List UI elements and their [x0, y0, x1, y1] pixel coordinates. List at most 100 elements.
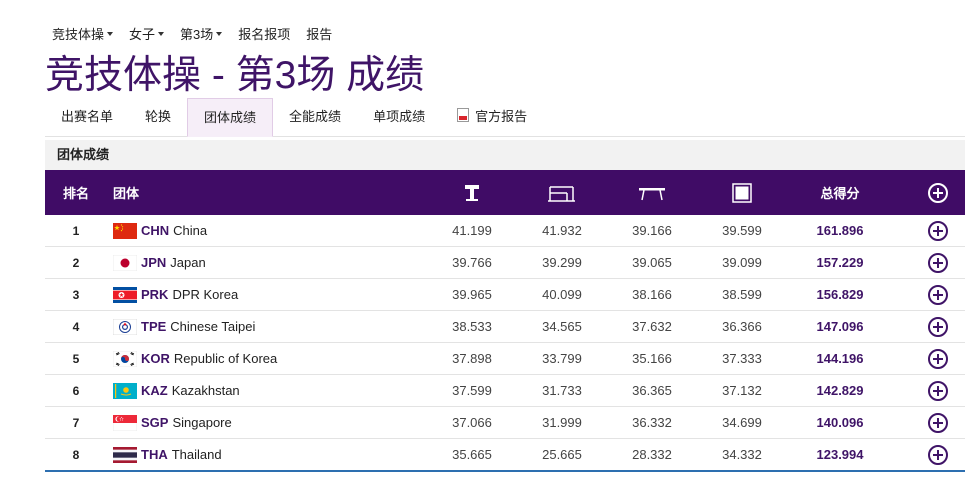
team-cell[interactable]: JPN Japan: [113, 247, 443, 278]
expand-row-button[interactable]: [924, 407, 952, 438]
page-title: 竞技体操 - 第3场 成绩: [45, 54, 425, 97]
expand-row-button[interactable]: [924, 311, 952, 342]
vault-score: 37.599: [452, 383, 492, 398]
team-name: Japan: [170, 255, 206, 270]
plus-circle-icon: [928, 412, 948, 433]
tab-start-list[interactable]: 出赛名单: [45, 98, 129, 135]
nav-session-dropdown[interactable]: 第3场: [180, 24, 223, 43]
floor-exercise-score: 37.333: [722, 351, 762, 366]
tab-official-reports[interactable]: 官方报告: [441, 98, 543, 135]
caret-down-icon: [158, 32, 165, 36]
rank-cell: 1: [72, 223, 80, 238]
total-score: 161.896: [816, 223, 864, 238]
team-name: Kazakhstan: [171, 383, 240, 398]
plus-circle-icon: [928, 380, 948, 401]
team-cell[interactable]: SGP Singapore: [113, 407, 443, 438]
table-row[interactable]: 1 CHN China 41.199 41.932 39.166 39.599 …: [45, 215, 965, 247]
uneven-bars-score: 34.565: [542, 319, 582, 334]
total-score: 157.229: [816, 255, 864, 270]
vault-score: 37.898: [452, 351, 492, 366]
table-row[interactable]: 6 KAZ Kazakhstan 37.599 31.733 36.365 37…: [45, 375, 965, 407]
floor-exercise-score: 37.132: [722, 383, 762, 398]
table-row[interactable]: 3 PRK DPR Korea 39.965 40.099 38.166 38.…: [45, 279, 965, 311]
team-code: THA: [141, 447, 168, 462]
flag-prk-icon: [113, 286, 137, 303]
team-cell[interactable]: THA Thailand: [113, 439, 443, 470]
nav-reports-link[interactable]: 报告: [306, 24, 332, 43]
nav-discipline-dropdown[interactable]: 竞技体操: [52, 24, 114, 43]
rank-cell: 3: [72, 287, 80, 302]
total-score: 156.829: [816, 287, 864, 302]
expand-row-button[interactable]: [924, 375, 952, 406]
team-cell[interactable]: KAZ Kazakhstan: [113, 375, 443, 406]
pdf-icon: [457, 107, 470, 122]
tab-label: 团体成绩: [204, 110, 257, 125]
tab-apparatus-results[interactable]: 单项成绩: [357, 98, 441, 135]
uneven-bars-icon: [532, 170, 592, 215]
header-total[interactable]: 总得分: [810, 170, 870, 215]
vault-score: 39.766: [452, 255, 492, 270]
team-cell[interactable]: CHN China: [113, 215, 443, 246]
balance-beam-score: 39.065: [632, 255, 672, 270]
team-code: SGP: [141, 415, 169, 430]
floor-exercise-score: 39.599: [722, 223, 762, 238]
team-cell[interactable]: PRK DPR Korea: [113, 279, 443, 310]
uneven-bars-score: 39.299: [542, 255, 582, 270]
expand-row-button[interactable]: [924, 279, 952, 310]
floor-exercise-score: 38.599: [722, 287, 762, 302]
nav-session-label: 第3场: [180, 27, 214, 42]
floor-exercise-icon: [712, 170, 772, 215]
nav-gender-label: 女子: [129, 27, 156, 42]
expand-row-button[interactable]: [924, 343, 952, 374]
team-code: CHN: [141, 223, 170, 238]
vault-score: 37.066: [452, 415, 492, 430]
total-score: 142.829: [816, 383, 864, 398]
flag-sgp-icon: [113, 414, 137, 431]
table-row[interactable]: 5 KOR Republic of Korea 37.898 33.799 35…: [45, 343, 965, 375]
team-cell[interactable]: KOR Republic of Korea: [113, 343, 443, 374]
table-row[interactable]: 7 SGP Singapore 37.066 31.999 36.332 34.…: [45, 407, 965, 439]
plus-circle-icon: [928, 316, 948, 337]
header-rank[interactable]: 排名: [45, 170, 107, 215]
vault-score: 41.199: [452, 223, 492, 238]
balance-beam-score: 38.166: [632, 287, 672, 302]
nav-entries-label: 报名报项: [238, 27, 291, 42]
nav-gender-dropdown[interactable]: 女子: [129, 24, 165, 43]
plus-circle-icon: [928, 444, 948, 465]
nav-reports-label: 报告: [306, 27, 333, 42]
total-score: 147.096: [816, 319, 864, 334]
plus-circle-icon: [928, 220, 948, 241]
tab-all-around-results[interactable]: 全能成绩: [273, 98, 357, 135]
flag-chn-icon: [113, 222, 137, 239]
team-cell[interactable]: TPE Chinese Taipei: [113, 311, 443, 342]
results-tabs: 出赛名单 轮换 团体成绩 全能成绩 单项成绩 官方报告: [45, 98, 965, 137]
expand-row-button[interactable]: [924, 215, 952, 246]
team-name: Singapore: [172, 415, 232, 430]
table-row[interactable]: 8 THA Thailand 35.665 25.665 28.332 34.3…: [45, 439, 965, 472]
vault-score: 38.533: [452, 319, 492, 334]
uneven-bars-score: 25.665: [542, 447, 582, 462]
floor-exercise-score: 34.332: [722, 447, 762, 462]
plus-circle-icon: [928, 252, 948, 273]
balance-beam-score: 28.332: [632, 447, 672, 462]
uneven-bars-score: 41.932: [542, 223, 582, 238]
rank-cell: 7: [72, 415, 80, 430]
section-title: 团体成绩: [45, 140, 965, 170]
tab-label: 单项成绩: [373, 109, 426, 124]
expand-row-button[interactable]: [924, 439, 952, 470]
expand-all-button[interactable]: [924, 170, 952, 215]
nav-entries-link[interactable]: 报名报项: [238, 24, 290, 43]
table-header: 排名 团体 总得分: [45, 170, 965, 215]
expand-row-button[interactable]: [924, 247, 952, 278]
tab-team-results[interactable]: 团体成绩: [187, 98, 274, 137]
team-code: JPN: [141, 255, 167, 270]
header-team[interactable]: 团体: [113, 170, 443, 215]
table-row[interactable]: 2 JPN Japan 39.766 39.299 39.065 39.099 …: [45, 247, 965, 279]
balance-beam-icon: [622, 170, 682, 215]
table-row[interactable]: 4 TPE Chinese Taipei 38.533 34.565 37.63…: [45, 311, 965, 343]
flag-kor-icon: [113, 350, 137, 367]
plus-circle-icon: [928, 182, 948, 203]
total-score: 123.994: [816, 447, 864, 462]
flag-kaz-icon: [113, 382, 137, 399]
tab-rotation[interactable]: 轮换: [129, 98, 187, 135]
